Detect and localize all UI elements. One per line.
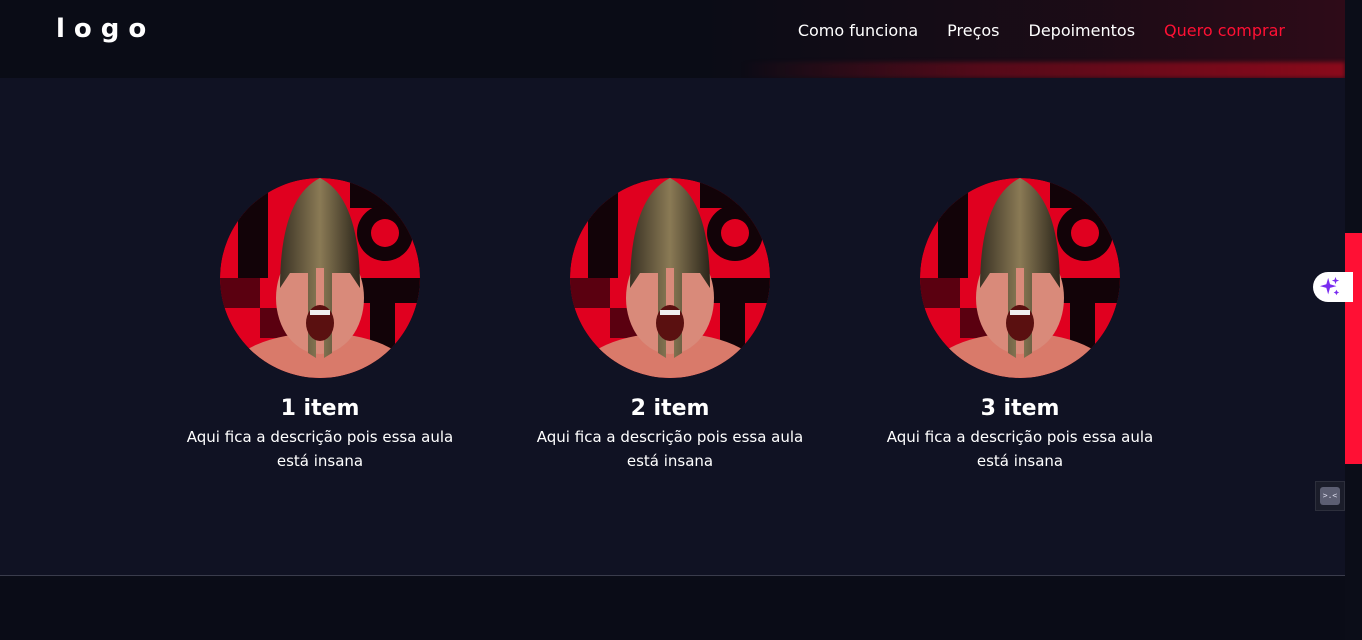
spartan-avatar-image [220, 178, 420, 378]
spartan-avatar-image [570, 178, 770, 378]
logo[interactable]: logo [56, 14, 155, 44]
main-nav: Como funciona Preços Depoimentos Quero c… [798, 20, 1285, 42]
item-description: Aqui fica a descrição pois essa aula est… [186, 428, 454, 470]
item-description: Aqui fica a descrição pois essa aula est… [886, 428, 1154, 470]
devtools-icon: >.< [1320, 487, 1340, 505]
spartan-avatar-image [920, 178, 1120, 378]
item-card-1: 1 item Aqui fica a descrição pois essa a… [170, 178, 470, 473]
nav-depoimentos[interactable]: Depoimentos [1029, 20, 1136, 42]
side-accent-tab[interactable] [1345, 233, 1362, 464]
page: logo Como funciona Preços Depoimentos Qu… [0, 0, 1362, 640]
item-card-3: 3 item Aqui fica a descrição pois essa a… [870, 178, 1170, 473]
nav-precos[interactable]: Preços [947, 20, 999, 42]
item-title: 1 item [280, 396, 360, 421]
site-header: logo Como funciona Preços Depoimentos Qu… [0, 0, 1345, 78]
devtools-button[interactable]: >.< [1315, 481, 1345, 511]
nav-como-funciona[interactable]: Como funciona [798, 20, 918, 42]
item-description: Aqui fica a descrição pois essa aula est… [536, 428, 804, 470]
item-title: 2 item [630, 396, 710, 421]
ai-assistant-button[interactable] [1313, 272, 1353, 302]
item-title: 3 item [980, 396, 1060, 421]
item-card-2: 2 item Aqui fica a descrição pois essa a… [520, 178, 820, 473]
next-section [0, 576, 1345, 640]
nav-quero-comprar[interactable]: Quero comprar [1164, 20, 1285, 42]
sparkle-icon [1319, 276, 1340, 296]
header-glow-line [740, 62, 1345, 78]
